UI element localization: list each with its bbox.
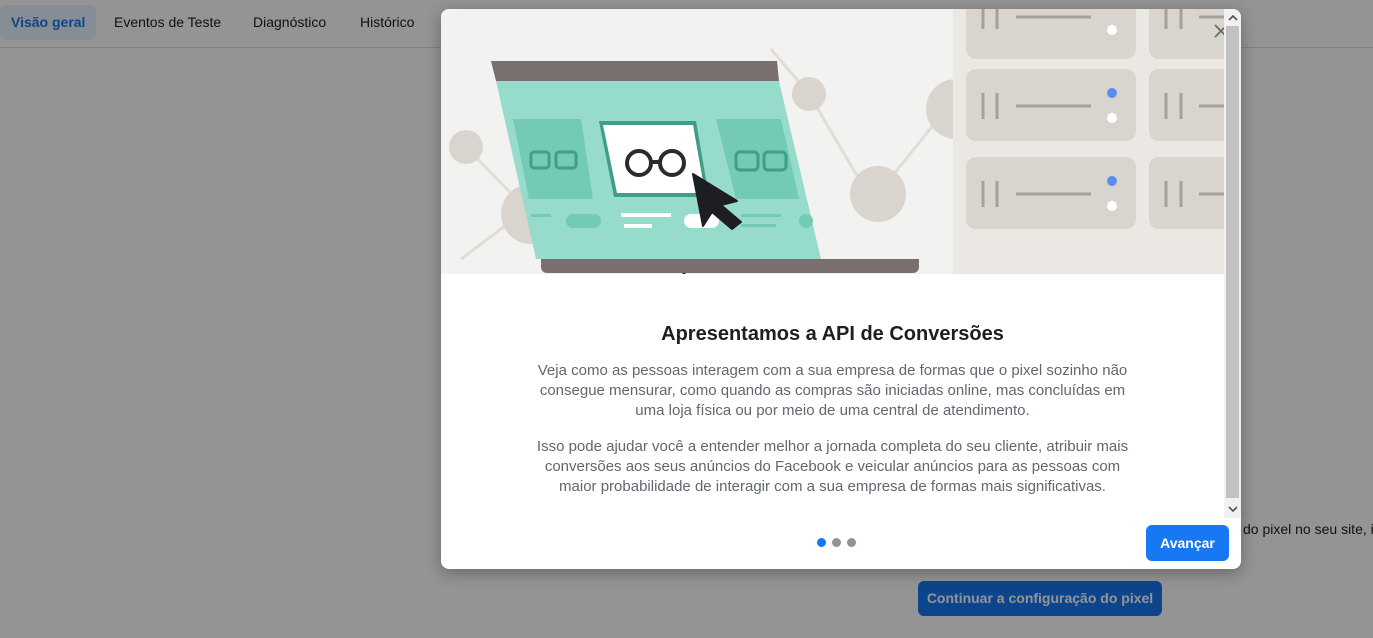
laptop-servers-illustration [441, 9, 1224, 274]
chevron-down-icon [1227, 505, 1238, 512]
chevron-up-icon [1227, 14, 1238, 21]
dialog-title: Apresentamos a API de Conversões [661, 323, 1004, 345]
pagination-dot-3[interactable] [847, 538, 856, 547]
pagination-dot-2[interactable] [832, 538, 841, 547]
conversions-api-dialog: Apresentamos a API de Conversões Veja co… [441, 9, 1241, 569]
scrollbar-thumb[interactable] [1226, 26, 1239, 498]
dialog-scrollbar[interactable] [1224, 9, 1241, 518]
dialog-body: Apresentamos a API de Conversões Veja co… [441, 274, 1224, 497]
scroll-up-button[interactable] [1224, 9, 1241, 26]
hero-illustration [441, 9, 1224, 274]
pagination-dots [817, 538, 856, 548]
dialog-paragraph-1: Veja como as pessoas interagem com a sua… [537, 362, 1128, 419]
scroll-down-button[interactable] [1224, 500, 1241, 517]
dialog-paragraph-2: Isso pode ajudar você a entender melhor … [536, 438, 1129, 495]
pagination-dot-1[interactable] [817, 538, 826, 547]
next-button[interactable]: Avançar [1146, 525, 1229, 561]
